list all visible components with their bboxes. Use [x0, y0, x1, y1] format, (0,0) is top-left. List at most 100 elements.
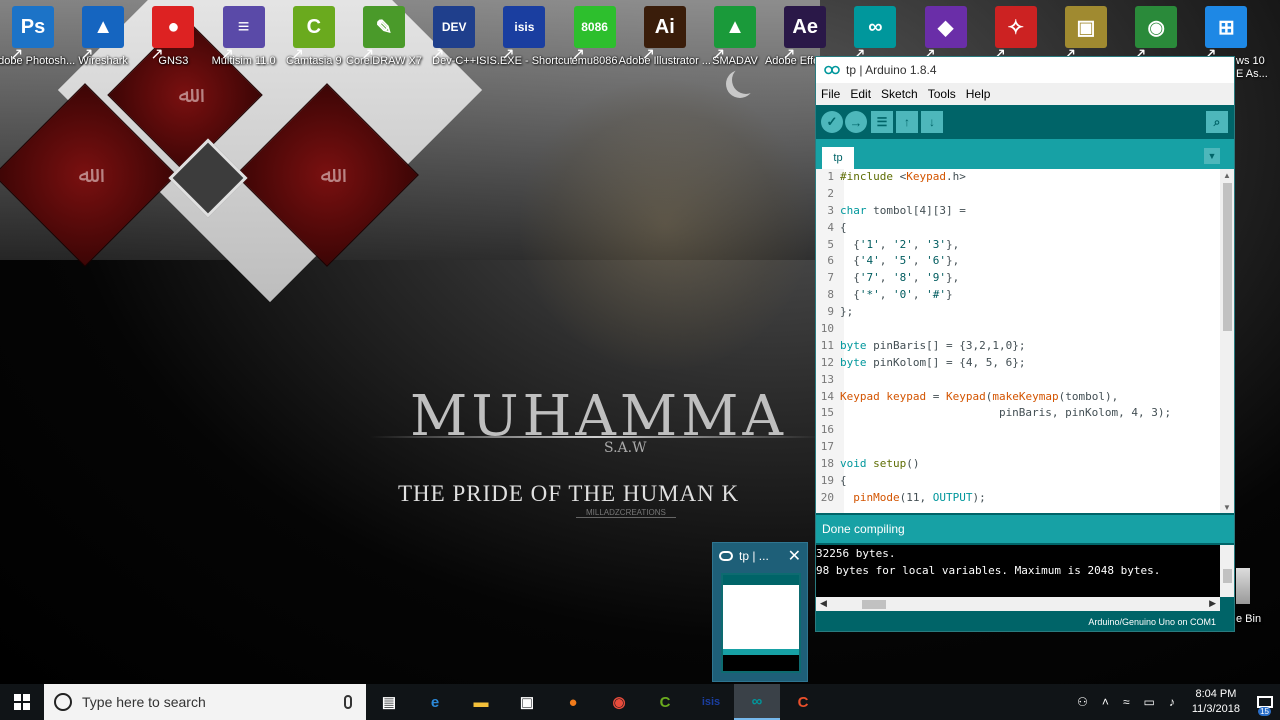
- desktop-icon[interactable]: ⊞ ↗: [1193, 6, 1259, 63]
- desktop-icon[interactable]: isis ↗ ISIS.EXE - Shortcut: [476, 6, 573, 68]
- window-titlebar[interactable]: tp | Arduino 1.8.4: [816, 57, 1234, 83]
- desktop-icon[interactable]: C ↗ Camtasia 9: [281, 6, 347, 68]
- cortana-icon: [54, 693, 72, 711]
- desktop-icon[interactable]: ▣ ↗: [1053, 6, 1119, 63]
- desktop-icon[interactable]: ✧ ↗: [983, 6, 1049, 63]
- console-vertical-scrollbar[interactable]: [1220, 545, 1234, 597]
- taskbar-recorder-icon[interactable]: ◉: [596, 684, 642, 720]
- desktop-icon[interactable]: ≡ ↗ Multisim 11.0: [211, 6, 277, 68]
- code-line[interactable]: 17: [816, 439, 1220, 456]
- code-line[interactable]: 2: [816, 186, 1220, 203]
- menu-edit[interactable]: Edit: [845, 87, 876, 101]
- save-sketch-button[interactable]: ↓: [921, 111, 943, 133]
- code-editor[interactable]: 1 #include <Keypad.h> 2 3 char tombol[4][3] …: [816, 169, 1234, 513]
- menu-tools[interactable]: Tools: [923, 87, 961, 101]
- output-console[interactable]: 32256 bytes. 98 bytes for local variable…: [816, 545, 1234, 597]
- editor-vertical-scrollbar[interactable]: ▲ ▼: [1220, 169, 1234, 513]
- taskbar-clock[interactable]: 8:04 PM 11/3/2018: [1192, 687, 1240, 717]
- taskbar-task-view-icon[interactable]: ▤: [366, 684, 412, 720]
- volume-icon[interactable]: ♪: [1169, 695, 1175, 709]
- line-number: 6: [827, 254, 834, 268]
- code-line[interactable]: 15 pinBaris, pinKolom, 4, 3);: [816, 405, 1220, 422]
- scroll-thumb[interactable]: [1223, 569, 1232, 583]
- code-lines[interactable]: 1 #include <Keypad.h> 2 3 char tombol[4][3] …: [816, 169, 1220, 507]
- desktop-icon[interactable]: ● ↗ GNS3: [140, 6, 206, 68]
- menu-sketch[interactable]: Sketch: [876, 87, 923, 101]
- code-line[interactable]: 20 pinMode(11, OUTPUT);: [816, 490, 1220, 507]
- board-port-status: Arduino/Genuino Uno on COM1: [816, 613, 1234, 631]
- scroll-left-icon[interactable]: ◀: [820, 598, 827, 609]
- taskbar-file-explorer-icon[interactable]: ▬: [458, 684, 504, 720]
- code-line[interactable]: 7 {'7', '8', '9'},: [816, 270, 1220, 287]
- battery-icon[interactable]: ▭: [1144, 695, 1155, 709]
- taskbar: Type here to search ▤ e ▬ ▣ ● ◉ Cisis ∞ C ⚇ ˄ ≈ …: [0, 684, 1280, 720]
- open-sketch-button[interactable]: ↑: [896, 111, 918, 133]
- wifi-icon[interactable]: ≈: [1123, 695, 1130, 709]
- code-line[interactable]: 4{: [816, 220, 1220, 237]
- scroll-down-icon[interactable]: ▼: [1220, 501, 1234, 513]
- console-line: 32256 bytes.: [816, 547, 896, 560]
- code-line[interactable]: 9};: [816, 304, 1220, 321]
- code-text: {'7', '8', '9'},: [840, 271, 960, 285]
- code-text: {: [840, 474, 847, 488]
- scroll-right-icon[interactable]: ▶: [1209, 598, 1216, 609]
- desktop-icon[interactable]: ▲ ↗ Wireshark: [70, 6, 136, 68]
- taskbar-camtasia-icon[interactable]: C: [642, 684, 688, 720]
- crescent-moon-icon: [732, 66, 760, 94]
- console-horizontal-scrollbar[interactable]: ◀ ▶: [816, 597, 1220, 611]
- compile-status-bar: Done compiling: [816, 515, 1234, 543]
- show-hidden-icons-icon[interactable]: ˄: [1102, 695, 1109, 709]
- scroll-thumb[interactable]: [1223, 183, 1232, 331]
- taskbar-search-box[interactable]: Type here to search: [44, 684, 366, 720]
- verify-button[interactable]: ✓: [821, 111, 843, 133]
- scroll-up-icon[interactable]: ▲: [1220, 169, 1234, 181]
- desktop-icon[interactable]: ✎ ↗ CorelDRAW X7: [346, 6, 422, 68]
- code-line[interactable]: 13: [816, 372, 1220, 389]
- desktop-icon[interactable]: ◆ ↗: [913, 6, 979, 63]
- scroll-thumb[interactable]: [862, 600, 886, 609]
- code-line[interactable]: 16: [816, 422, 1220, 439]
- code-line[interactable]: 1 #include <Keypad.h>: [816, 169, 1220, 186]
- taskbar-app-red-icon[interactable]: C: [780, 684, 826, 720]
- code-line[interactable]: 3 char tombol[4][3] =: [816, 203, 1220, 220]
- taskbar-arduino-icon[interactable]: ∞: [734, 684, 780, 720]
- recycle-bin-icon[interactable]: [1236, 568, 1250, 604]
- taskbar-window-preview[interactable]: tp | ... ✕: [712, 542, 808, 682]
- preview-thumbnail[interactable]: [721, 573, 801, 673]
- serial-monitor-button[interactable]: ⌕: [1206, 111, 1228, 133]
- desktop-icon[interactable]: ∞ ↗: [842, 6, 908, 63]
- code-line[interactable]: 14 Keypad keypad = Keypad(makeKeymap(tomb…: [816, 389, 1220, 406]
- code-line[interactable]: 18 void setup(): [816, 456, 1220, 473]
- desktop-icon[interactable]: Ai ↗ Adobe Illustrator ...: [619, 6, 711, 68]
- action-center-button[interactable]: 15: [1250, 684, 1280, 720]
- taskbar-edge-icon[interactable]: e: [412, 684, 458, 720]
- desktop-icon[interactable]: Ps↗Adobe Photosh...: [0, 6, 75, 68]
- code-line[interactable]: 12 byte pinKolom[] = {4, 5, 6};: [816, 355, 1220, 372]
- code-line[interactable]: 8 {'*', '0', '#'}: [816, 287, 1220, 304]
- start-button[interactable]: [0, 684, 44, 720]
- taskbar-firefox-icon[interactable]: ●: [550, 684, 596, 720]
- desktop-icon-label: Adobe Illustrator ...: [618, 55, 711, 67]
- desktop-icon[interactable]: ◉ ↗: [1123, 6, 1189, 63]
- taskbar-store-icon[interactable]: ▣: [504, 684, 550, 720]
- shortcut-arrow-icon: ↗: [80, 46, 94, 63]
- code-line[interactable]: 11 byte pinBaris[] = {3,2,1,0};: [816, 338, 1220, 355]
- people-icon[interactable]: ⚇: [1077, 695, 1088, 709]
- menu-help[interactable]: Help: [961, 87, 996, 101]
- line-number: 20: [820, 490, 834, 504]
- upload-button[interactable]: →: [845, 111, 867, 133]
- new-sketch-button[interactable]: ☰: [871, 111, 893, 133]
- code-line[interactable]: 6 {'4', '5', '6'},: [816, 253, 1220, 270]
- taskbar-isis-icon[interactable]: isis: [688, 684, 734, 720]
- tab-tp[interactable]: tp: [822, 147, 854, 169]
- code-line[interactable]: 5 {'1', '2', '3'},: [816, 237, 1220, 254]
- code-line[interactable]: 10: [816, 321, 1220, 338]
- code-line[interactable]: 19 {: [816, 473, 1220, 490]
- desktop-icon[interactable]: ▲ ↗ SMADAV: [702, 6, 768, 68]
- close-icon[interactable]: ✕: [788, 546, 801, 566]
- app-icon: ▲: [82, 6, 125, 48]
- shortcut-arrow-icon: ↗: [10, 46, 24, 63]
- menu-file[interactable]: File: [816, 87, 845, 101]
- tab-menu-dropdown-icon[interactable]: ▼: [1204, 148, 1220, 164]
- microphone-icon[interactable]: [344, 695, 352, 709]
